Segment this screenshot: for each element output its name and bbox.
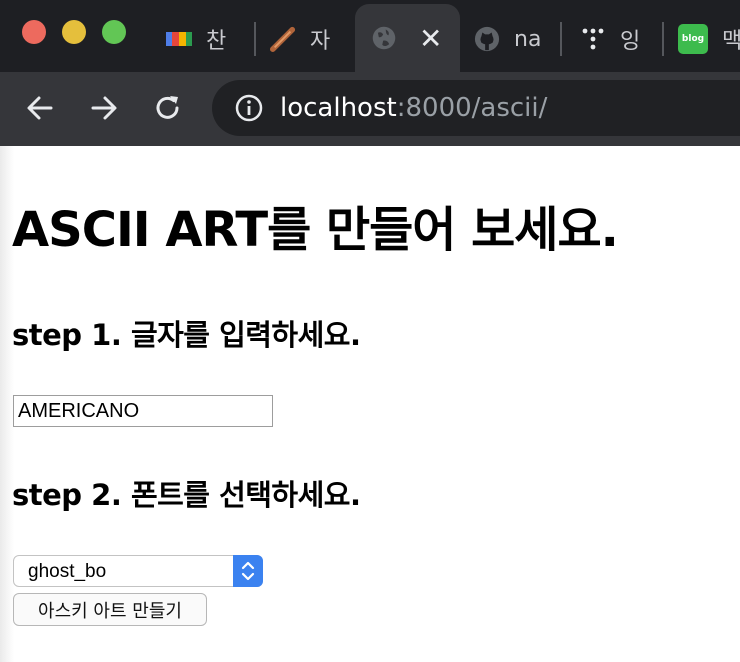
blog-favicon-icon: blog [678,24,708,54]
font-select-value: ghost_bo [28,561,107,582]
page-content: ASCII ART를 만들어 보세요. step 1. 글자를 입력하세요. s… [0,146,740,662]
reload-icon [156,96,179,119]
github-favicon-icon [474,26,500,52]
page-title: ASCII ART를 만들어 보세요. [12,202,619,258]
tab-title: 자 [310,29,331,54]
info-icon[interactable] [234,93,264,123]
sword-favicon-icon [270,26,296,52]
font-select[interactable]: ghost_bo [13,555,263,587]
close-window-button[interactable] [22,20,46,44]
step1-heading: step 1. 글자를 입력하세요. [12,318,361,352]
close-tab-icon[interactable]: ✕ [419,22,442,55]
browser-tab-active[interactable]: ✕ [355,4,460,72]
reload-button[interactable] [150,90,186,126]
globe-favicon-icon [371,25,397,51]
arrow-left-icon [27,96,53,120]
forward-button[interactable] [86,90,122,126]
tab-title: na [514,26,542,52]
browser-tab[interactable]: 자 [270,14,350,64]
dots-favicon-icon [580,26,606,52]
url-path: :8000/ascii/ [396,93,548,123]
browser-tab-bar: 찬 자 ✕ na 잉 blog 맥 [0,0,740,72]
step2-heading: step 2. 폰트를 선택하세요. [12,478,361,512]
address-bar[interactable]: localhost:8000/ascii/ [212,80,740,136]
tab-title: 찬 [206,29,227,54]
arrow-right-icon [91,96,117,120]
select-stepper[interactable] [233,555,263,587]
browser-tab[interactable]: blog 맥 [678,14,740,64]
chevron-up-down-icon [241,561,255,581]
browser-tab[interactable]: na [474,14,554,64]
tab-divider [560,22,562,56]
url-text: localhost:8000/ascii/ [280,93,547,123]
url-host: localhost [280,93,397,123]
tab-divider [662,22,664,56]
minimize-window-button[interactable] [62,20,86,44]
zoom-window-button[interactable] [102,20,126,44]
tab-title: 맥 [722,29,740,54]
make-ascii-art-button[interactable]: 아스키 아트 만들기 [13,593,207,626]
tab-divider [254,22,256,56]
browser-tab[interactable]: 잉 [580,14,650,64]
back-button[interactable] [22,90,58,126]
browser-tab[interactable]: 찬 [166,14,246,64]
rainbow-favicon-icon [166,26,192,52]
text-input[interactable] [13,395,273,427]
browser-toolbar: localhost:8000/ascii/ [0,72,740,146]
tab-title: 잉 [620,29,641,54]
